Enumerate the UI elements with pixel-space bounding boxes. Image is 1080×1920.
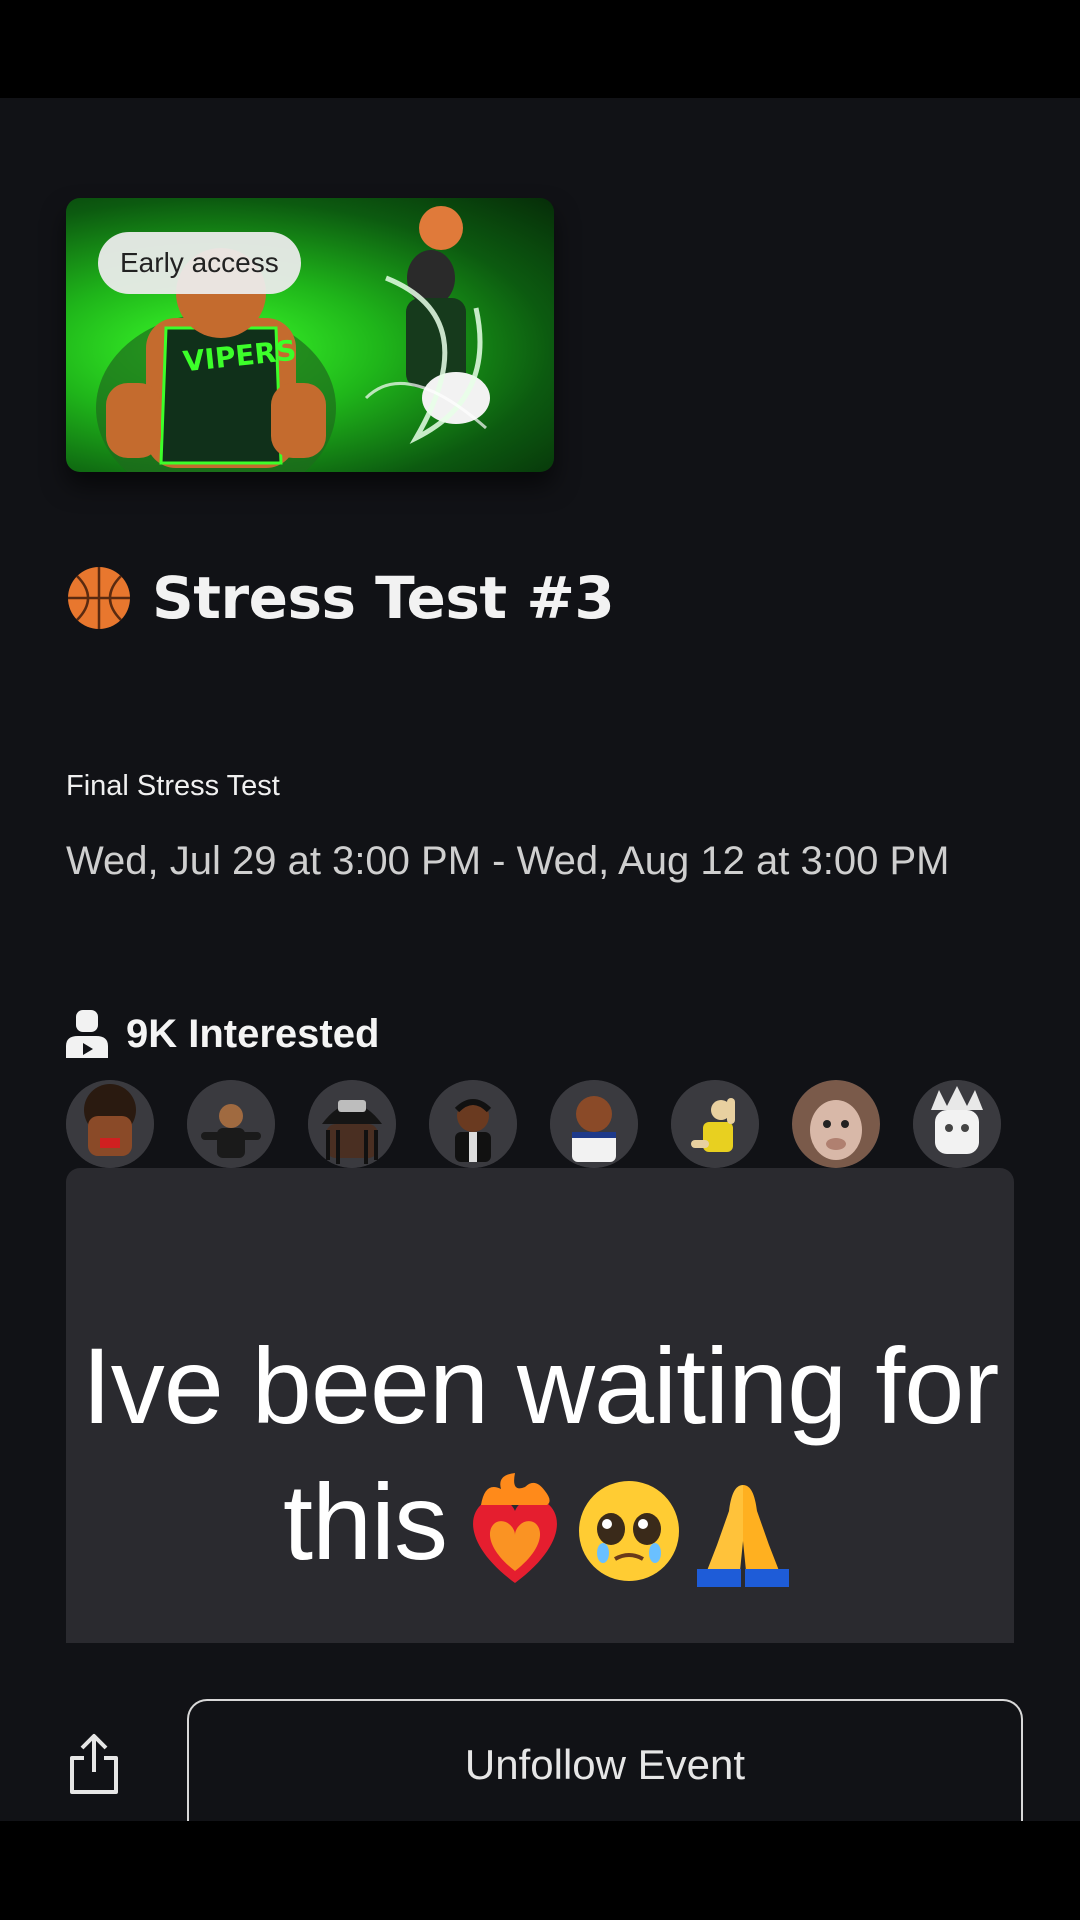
comment-emojis (461, 1471, 797, 1589)
folded-hands-icon (697, 1485, 790, 1588)
avatar[interactable] (671, 1080, 759, 1168)
comment-text: Ive been waiting for this (66, 1318, 1014, 1590)
pleading-face-icon (579, 1481, 680, 1582)
event-screen: VIPERS Early access Stress Test #3 Final… (0, 98, 1080, 1821)
avatar[interactable] (308, 1080, 396, 1168)
share-icon[interactable] (66, 1732, 122, 1796)
comment-card: Ive been waiting for this (66, 1168, 1014, 1643)
avatar[interactable] (429, 1080, 517, 1168)
avatar[interactable] (913, 1080, 1001, 1168)
heart-on-fire-icon (473, 1473, 557, 1584)
avatar[interactable] (66, 1080, 154, 1168)
avatar[interactable] (187, 1080, 275, 1168)
person-icon (66, 1010, 108, 1058)
early-access-badge: Early access (98, 232, 301, 294)
event-date-range: Wed, Jul 29 at 3:00 PM - Wed, Aug 12 at … (66, 839, 950, 883)
event-title-row: Stress Test #3 (66, 558, 615, 638)
interested-row[interactable]: 9K Interested (66, 1004, 379, 1064)
event-thumbnail[interactable]: VIPERS Early access (66, 198, 554, 472)
avatar[interactable] (550, 1080, 638, 1168)
unfollow-event-button[interactable]: Unfollow Event (187, 1699, 1023, 1821)
navigation-bar (0, 1821, 1080, 1920)
event-title: Stress Test #3 (152, 564, 615, 632)
avatar[interactable] (792, 1080, 880, 1168)
interested-count: 9K Interested (126, 1011, 380, 1056)
basketball-icon (68, 567, 130, 629)
interested-avatars (66, 1080, 1006, 1168)
event-subtitle: Final Stress Test (66, 770, 280, 802)
status-bar (0, 0, 1080, 98)
